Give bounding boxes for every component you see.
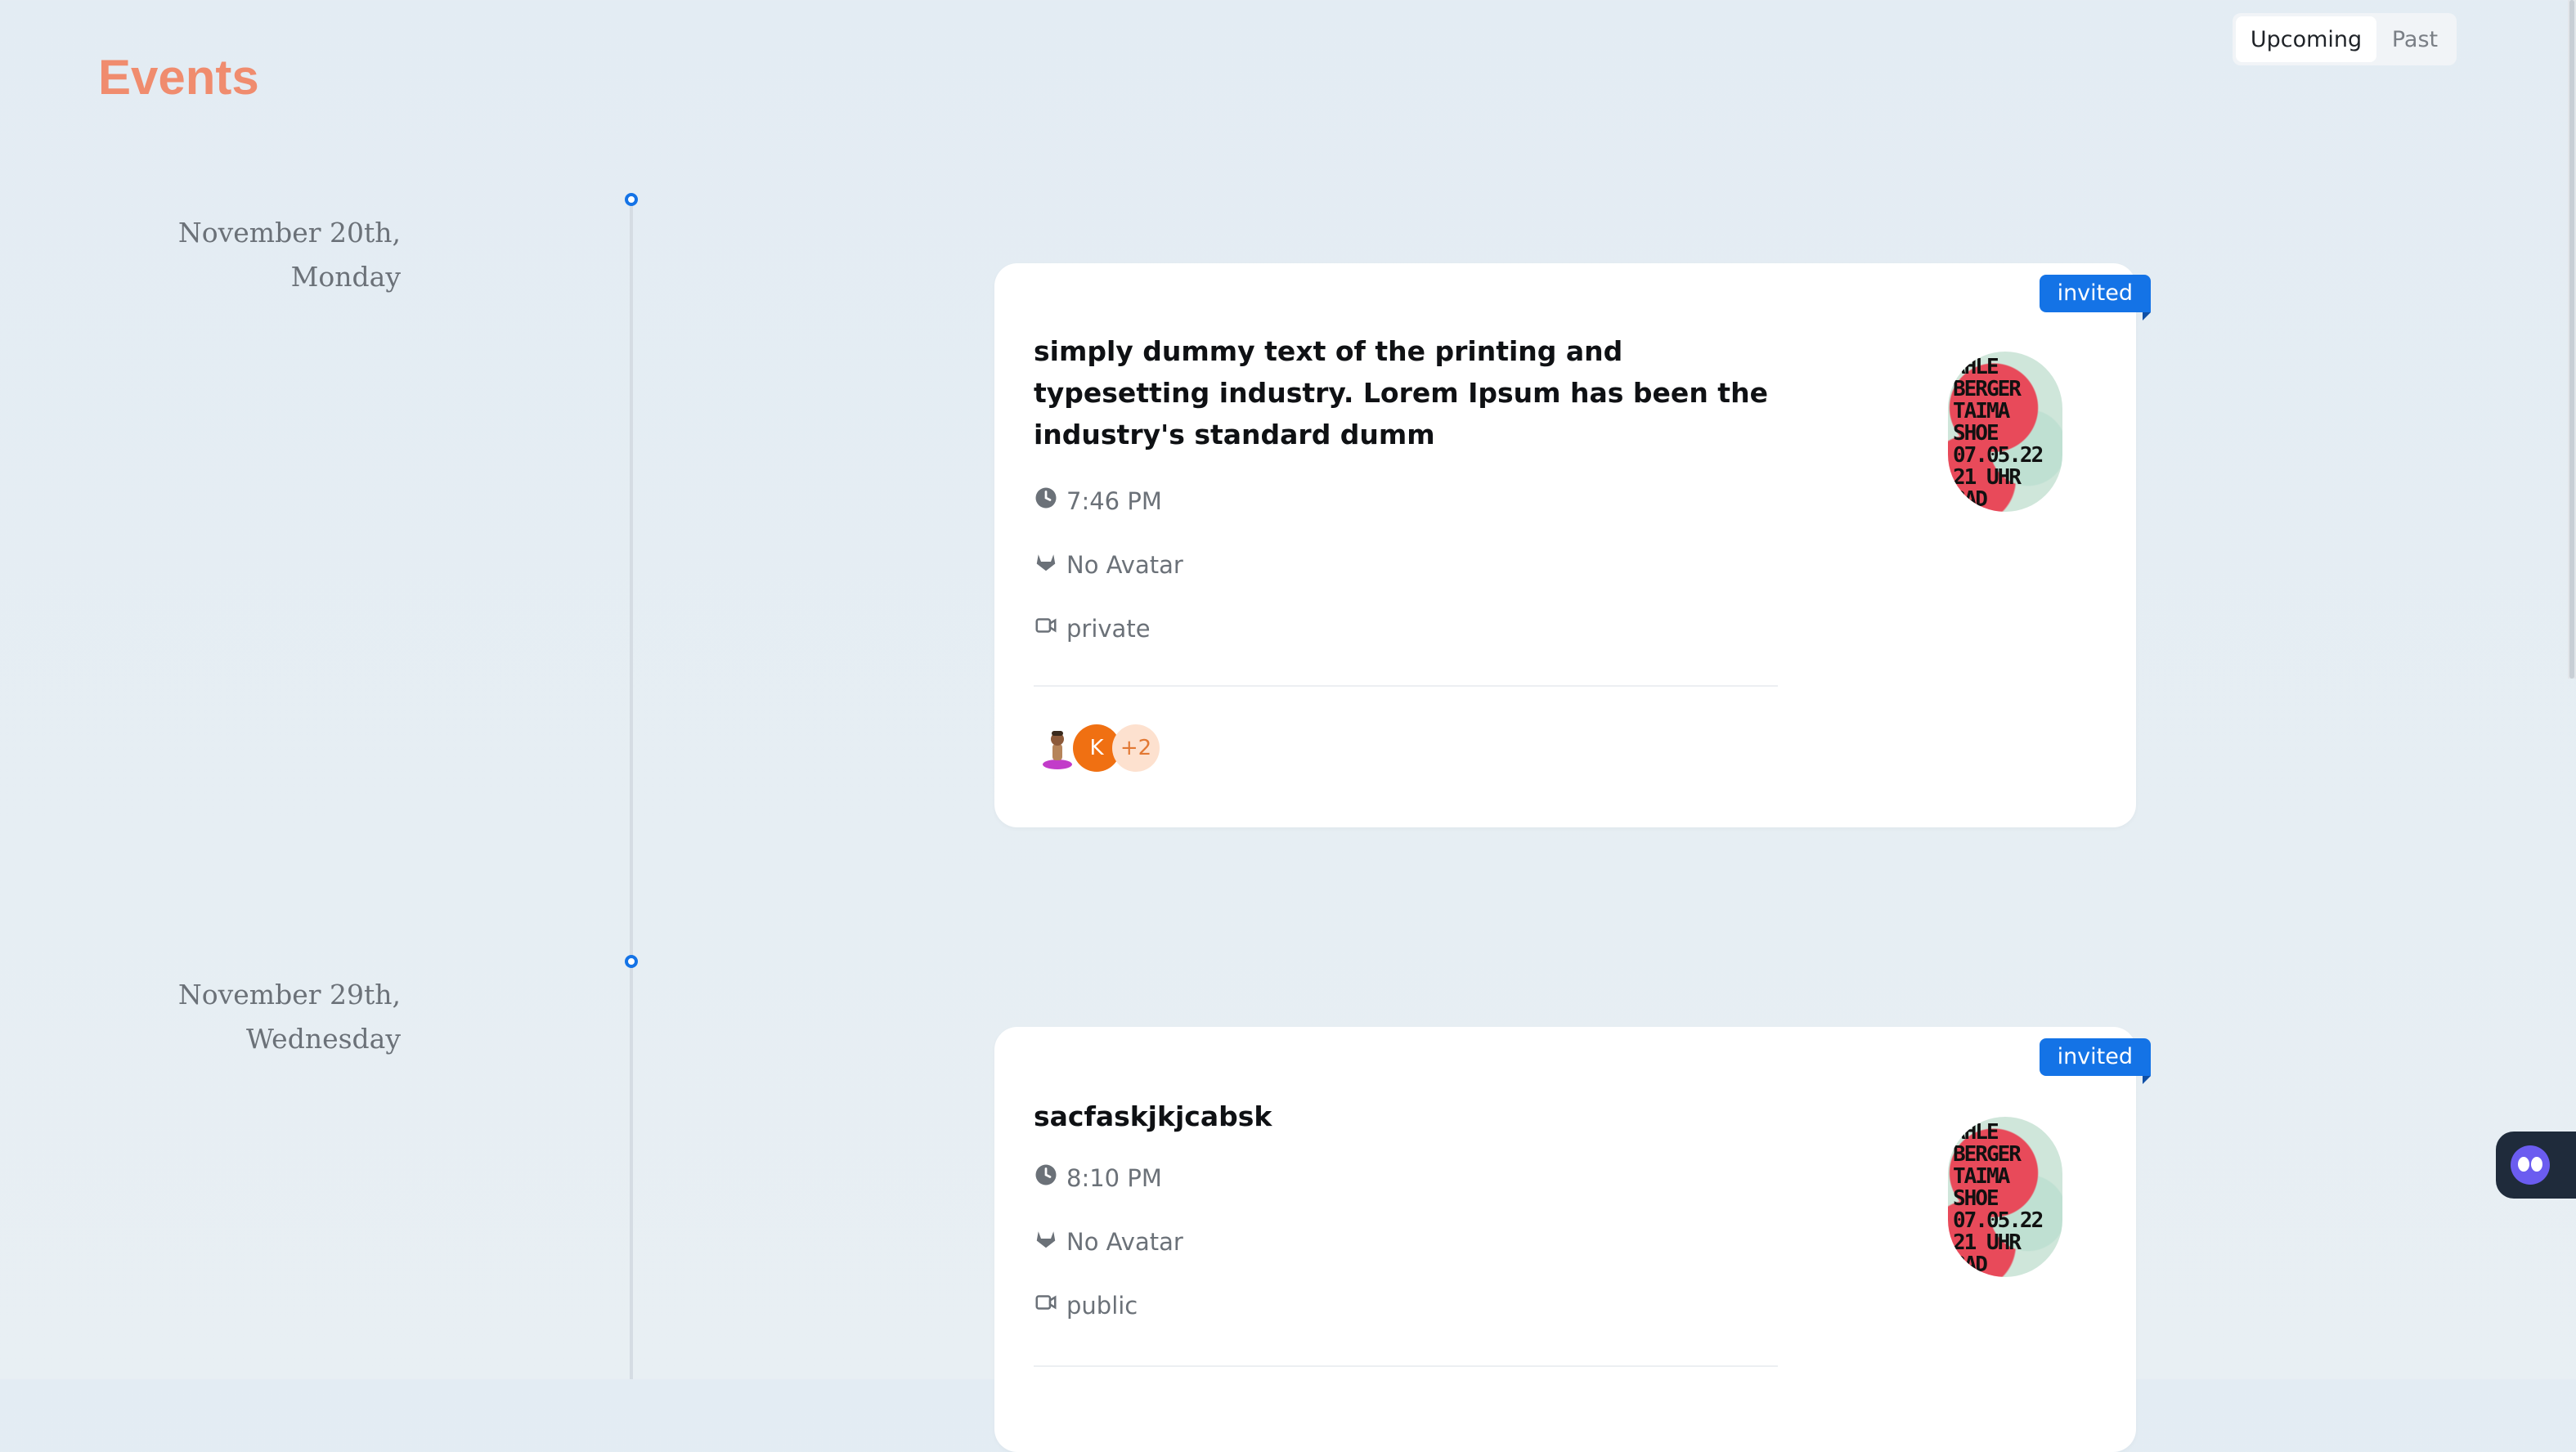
video-camera-icon: [1034, 613, 1058, 643]
poster-text: AHLE BERGER TAIMA SHOE 07.05.22 21 UHR B…: [1953, 1120, 2044, 1278]
event-organizer: No Avatar: [1034, 1226, 1183, 1257]
poster-text: AHLE BERGER TAIMA SHOE 07.05.22 21 UHR B…: [1953, 355, 2044, 513]
divider: [1034, 685, 1778, 687]
events-filter-toggle: Upcoming Past: [2233, 13, 2457, 65]
invited-badge: invited: [2039, 275, 2152, 320]
event-card[interactable]: invited sacfaskjkjcabsk 8:10 PM No Avata…: [994, 1027, 2152, 1452]
page-title: Events: [98, 50, 259, 105]
event-visibility-text: private: [1066, 614, 1151, 643]
date-line-1: November 29th,: [177, 979, 401, 1011]
event-organizer-text: No Avatar: [1066, 1227, 1183, 1256]
date-line-2: Monday: [290, 261, 401, 293]
scrollbar[interactable]: [2568, 0, 2576, 679]
scrollbar-thumb[interactable]: [2569, 0, 2574, 679]
invited-badge: invited: [2039, 1038, 2152, 1084]
event-visibility-text: public: [1066, 1291, 1138, 1320]
event-organizer-text: No Avatar: [1066, 550, 1183, 579]
tab-upcoming[interactable]: Upcoming: [2236, 16, 2376, 62]
timeline-dot: [625, 955, 638, 968]
event-time-text: 8:10 PM: [1066, 1163, 1162, 1192]
event-card[interactable]: invited simply dummy text of the printin…: [994, 263, 2152, 827]
gitlab-fox-icon: [1034, 549, 1058, 580]
event-title[interactable]: simply dummy text of the printing and ty…: [1034, 330, 1778, 455]
bot-face-icon: [2511, 1145, 2550, 1185]
attendees-more-count[interactable]: +2: [1112, 724, 1160, 772]
event-poster-image: AHLE BERGER TAIMA SHOE 07.05.22 21 UHR B…: [1948, 1117, 2062, 1277]
event-time-text: 7:46 PM: [1066, 486, 1162, 515]
clock-icon: [1034, 486, 1058, 516]
date-label: November 20th, Monday: [74, 211, 401, 299]
video-camera-icon: [1034, 1290, 1058, 1320]
event-time: 7:46 PM: [1034, 486, 1162, 516]
event-title[interactable]: sacfaskjkjcabsk: [1034, 1096, 1778, 1137]
divider: [1034, 1365, 1778, 1367]
timeline-dot: [625, 193, 638, 206]
timeline-line: [630, 201, 633, 1379]
event-time: 8:10 PM: [1034, 1163, 1162, 1193]
event-organizer: No Avatar: [1034, 549, 1183, 580]
clock-icon: [1034, 1163, 1058, 1193]
event-poster-image: AHLE BERGER TAIMA SHOE 07.05.22 21 UHR B…: [1948, 352, 2062, 512]
attendee-avatars[interactable]: K +2: [1034, 724, 1160, 772]
event-visibility: public: [1034, 1290, 1138, 1320]
date-line-2: Wednesday: [245, 1023, 401, 1055]
gitlab-fox-icon: [1034, 1226, 1058, 1257]
assistant-widget-button[interactable]: [2496, 1132, 2576, 1199]
date-line-1: November 20th,: [177, 217, 401, 249]
event-visibility: private: [1034, 613, 1151, 643]
date-label: November 29th, Wednesday: [74, 973, 401, 1061]
tab-past[interactable]: Past: [2376, 16, 2453, 62]
